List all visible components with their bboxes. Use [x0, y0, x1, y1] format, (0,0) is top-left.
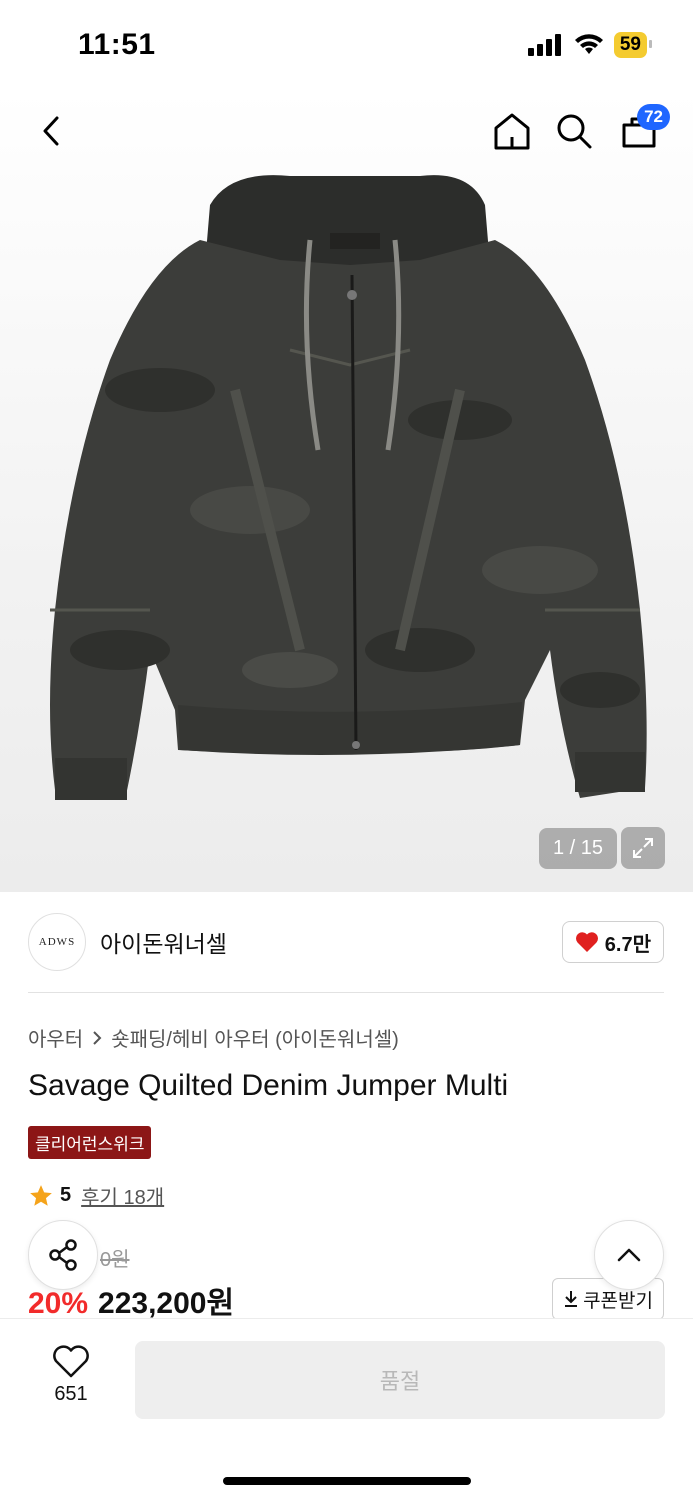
top-navigation: 72 — [0, 98, 693, 168]
product-title: Savage Quilted Denim Jumper Multi — [28, 1069, 509, 1102]
home-button[interactable] — [487, 106, 537, 156]
search-icon — [557, 114, 592, 149]
download-icon — [565, 1291, 578, 1307]
sale-price: 223,200원 — [98, 1287, 235, 1320]
home-indicator — [223, 1477, 471, 1485]
brand-logo[interactable]: ADWS — [28, 913, 86, 971]
share-button[interactable] — [28, 1220, 98, 1290]
like-button[interactable]: 651 — [40, 1345, 102, 1406]
heart-filled-icon — [575, 932, 598, 952]
product-image — [50, 175, 647, 800]
brand-favorite-button[interactable]: 6.7만 — [561, 921, 664, 963]
breadcrumb: 아우터 숏패딩/헤비 아우터 (아이돈워너셀) — [28, 1023, 399, 1052]
promotion-tag: 클리어런스위크 — [28, 1126, 152, 1159]
discount-rate: 20% — [28, 1287, 89, 1320]
coupon-label: 쿠폰받기 — [583, 1290, 653, 1312]
breadcrumb-category[interactable]: 아우터 — [28, 1023, 83, 1052]
back-button[interactable] — [26, 106, 76, 156]
cart-button[interactable]: 72 — [614, 104, 670, 156]
sold-out-button[interactable]: 품절 — [135, 1341, 665, 1419]
battery-indicator: 59 — [613, 32, 653, 58]
chevron-left-icon — [43, 116, 59, 146]
status-time: 11:51 — [78, 28, 156, 61]
star-icon — [30, 1184, 52, 1206]
brand-favorite-count: 6.7만 — [604, 933, 651, 956]
original-price: 0원 — [100, 1249, 130, 1271]
divider — [28, 992, 664, 993]
heart-outline-icon — [53, 1345, 89, 1378]
scroll-top-button[interactable] — [594, 1220, 664, 1290]
like-count: 651 — [54, 1383, 88, 1405]
search-button[interactable] — [549, 106, 599, 156]
share-icon — [49, 1239, 77, 1271]
breadcrumb-subcategory[interactable]: 숏패딩/헤비 아우터 (아이돈워너셀) — [111, 1023, 399, 1052]
expand-icon — [633, 838, 653, 858]
brand-name[interactable]: 아이돈워너셀 — [100, 925, 227, 959]
signal-icon — [527, 34, 561, 56]
bottom-action-bar: 651 품절 — [0, 1318, 693, 1500]
chevron-up-icon — [617, 1248, 641, 1262]
image-counter: 1 / 15 — [538, 828, 617, 869]
home-icon — [494, 113, 530, 150]
status-bar: 11:51 59 — [0, 0, 693, 90]
product-image-gallery[interactable]: 1 / 15 — [0, 90, 693, 892]
reviews-link[interactable]: 후기 18개 — [81, 1181, 164, 1210]
expand-button[interactable] — [621, 827, 665, 869]
brand-row[interactable]: ADWS 아이돈워너셀 6.7만 — [28, 912, 664, 972]
wifi-icon — [574, 34, 603, 54]
chevron-right-icon — [93, 1030, 102, 1045]
cart-count-badge: 72 — [637, 104, 670, 130]
rating-score: 5 — [60, 1184, 72, 1206]
status-icons: 59 — [527, 32, 653, 58]
rating: 5 후기 18개 — [28, 1181, 164, 1210]
